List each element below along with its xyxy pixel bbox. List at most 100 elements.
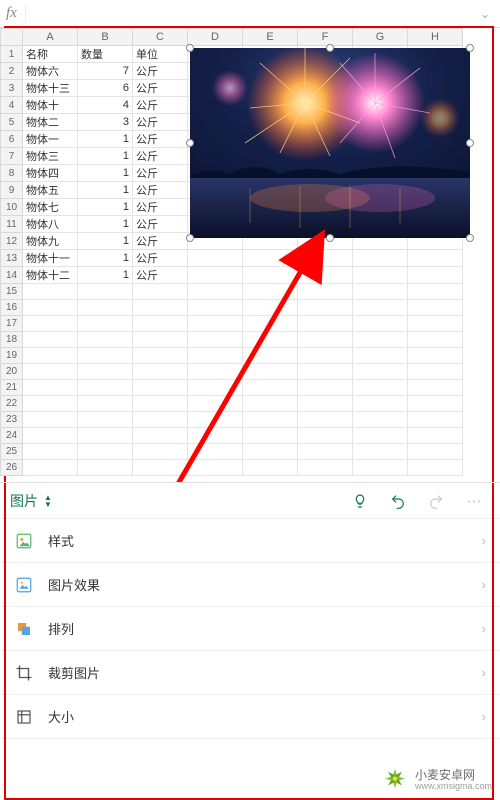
row-header[interactable]: 6 [1,131,23,148]
cell[interactable] [188,460,243,476]
cell[interactable] [133,364,188,380]
cell[interactable]: 物体六 [23,63,78,80]
resize-handle-e[interactable] [466,139,474,147]
cell[interactable] [298,250,353,267]
row-header[interactable]: 13 [1,250,23,267]
cell[interactable] [353,267,408,284]
spreadsheet-area[interactable]: ABCDEFGH 1名称数量单位2物体六7公斤3物体十三6公斤4物体十4公斤5物… [0,28,500,483]
cell[interactable] [243,380,298,396]
table-row[interactable]: 13物体十一1公斤 [1,250,463,267]
cell[interactable]: 公斤 [133,182,188,199]
cell[interactable]: 物体七 [23,199,78,216]
cell[interactable] [408,332,463,348]
cell[interactable]: 1 [78,233,133,250]
cell[interactable]: 公斤 [133,131,188,148]
cell[interactable] [298,300,353,316]
cell[interactable] [23,428,78,444]
cell[interactable]: 物体一 [23,131,78,148]
cell[interactable] [188,332,243,348]
row-header[interactable]: 5 [1,114,23,131]
cell[interactable] [298,428,353,444]
cell[interactable] [243,444,298,460]
cell[interactable] [353,250,408,267]
table-row[interactable]: 14物体十二1公斤 [1,267,463,284]
cell[interactable] [23,380,78,396]
cell[interactable] [353,412,408,428]
col-header-f[interactable]: F [298,29,353,46]
cell[interactable] [78,364,133,380]
cell[interactable] [353,444,408,460]
cell[interactable] [353,300,408,316]
cell[interactable] [133,396,188,412]
cell[interactable] [23,460,78,476]
cell[interactable] [243,428,298,444]
cell[interactable] [243,284,298,300]
cell[interactable]: 1 [78,199,133,216]
cell[interactable] [133,380,188,396]
cell[interactable] [188,250,243,267]
cell[interactable]: 物体五 [23,182,78,199]
cell[interactable]: 单位 [133,46,188,63]
cell[interactable] [78,380,133,396]
row-header[interactable]: 1 [1,46,23,63]
cell[interactable]: 1 [78,267,133,284]
cell[interactable] [353,380,408,396]
cell[interactable] [78,348,133,364]
cell[interactable] [78,284,133,300]
cell[interactable] [133,332,188,348]
formula-input[interactable] [34,5,476,22]
cell[interactable]: 公斤 [133,199,188,216]
cell[interactable]: 公斤 [133,114,188,131]
cell[interactable] [78,444,133,460]
cell[interactable] [298,348,353,364]
row-header[interactable]: 18 [1,332,23,348]
table-row[interactable]: 19 [1,348,463,364]
cell[interactable]: 名称 [23,46,78,63]
table-row[interactable]: 15 [1,284,463,300]
cell[interactable] [23,348,78,364]
cell[interactable] [243,332,298,348]
cell[interactable]: 数量 [78,46,133,63]
cell[interactable] [23,300,78,316]
cell[interactable]: 3 [78,114,133,131]
cell[interactable] [408,364,463,380]
row-header[interactable]: 24 [1,428,23,444]
cell[interactable] [298,284,353,300]
cell[interactable]: 公斤 [133,216,188,233]
cell[interactable] [133,284,188,300]
row-header[interactable]: 12 [1,233,23,250]
cell[interactable] [408,460,463,476]
row-header[interactable]: 10 [1,199,23,216]
resize-handle-ne[interactable] [466,44,474,52]
cell[interactable] [133,460,188,476]
cell[interactable] [78,460,133,476]
col-header-b[interactable]: B [78,29,133,46]
cell[interactable] [243,460,298,476]
cell[interactable]: 7 [78,63,133,80]
cell[interactable]: 物体四 [23,165,78,182]
cell[interactable] [408,396,463,412]
table-row[interactable]: 25 [1,444,463,460]
row-header[interactable]: 17 [1,316,23,332]
resize-handle-n[interactable] [326,44,334,52]
cell[interactable]: 物体十三 [23,80,78,97]
cell[interactable]: 公斤 [133,148,188,165]
cell[interactable] [353,316,408,332]
row-header[interactable]: 26 [1,460,23,476]
cell[interactable]: 公斤 [133,267,188,284]
cell[interactable]: 物体八 [23,216,78,233]
table-row[interactable]: 21 [1,380,463,396]
row-header[interactable]: 3 [1,80,23,97]
cell[interactable] [23,412,78,428]
table-row[interactable]: 20 [1,364,463,380]
row-header[interactable]: 25 [1,444,23,460]
cell[interactable] [243,348,298,364]
cell[interactable] [133,412,188,428]
cell[interactable]: 1 [78,216,133,233]
cell[interactable] [408,250,463,267]
cell[interactable] [298,316,353,332]
cell[interactable] [298,380,353,396]
cell[interactable] [78,316,133,332]
cell[interactable] [408,267,463,284]
cell[interactable]: 6 [78,80,133,97]
